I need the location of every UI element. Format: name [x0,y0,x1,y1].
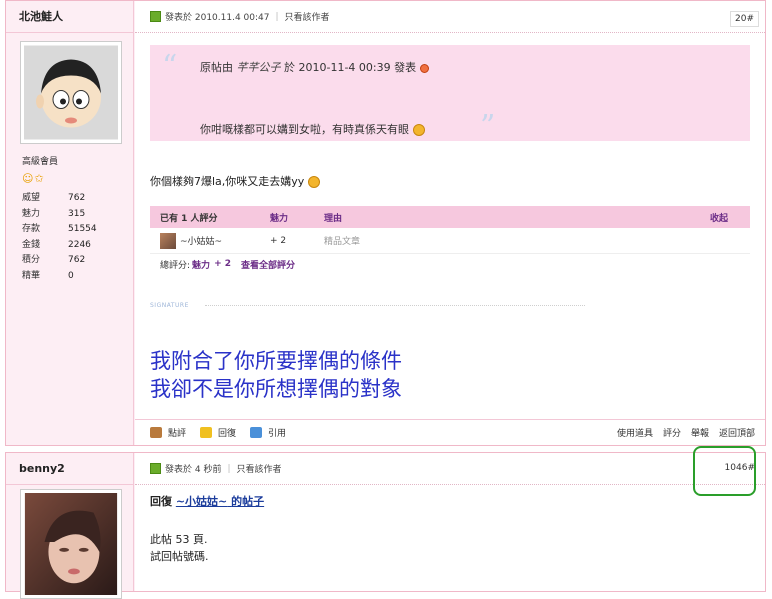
back-arrow-icon[interactable] [419,63,429,73]
quote-meta: 原帖由 芊芊公子 於 2010-11-4 00:39 發表 [200,59,429,75]
quote-open-icon: “ [162,49,178,84]
rating-header: 已有 1 人評分 魅力 理由 收起 [150,206,750,228]
photo-avatar-icon [24,493,118,595]
cartoon-avatar-icon [24,45,118,140]
use-item-link[interactable]: 使用道具 [617,426,653,439]
quote-block: “ 原帖由 芊芊公子 於 2010-11-4 00:39 發表 你咁嘅樣都可以媾… [150,45,750,144]
avatar[interactable] [20,41,122,144]
post-2: benny2 發表於 4 秒前 | 只看該作者 1046# 回復 ~小姑姑~ 的… [5,452,766,599]
post-header: 發表於 4 秒前 | 只看該作者 [135,453,765,485]
highlight-annotation [693,446,756,496]
quote-button[interactable]: 引用 [250,426,286,439]
divider: | [227,463,231,474]
smiley-icon [307,176,320,188]
signature-divider [205,305,585,306]
post-icon [150,463,161,474]
post-1: 北池鮭人 高級會員 ☺✩ 威望 762 魅力 315 存款 51554 金錢 2246 … [5,0,766,446]
smiley-icon [412,124,425,136]
back-to-top-link[interactable]: 返回頂部 [719,426,755,439]
rank-stars-icon: ☺✩ [22,172,45,185]
post-icon [150,11,161,22]
rating-summary: 總評分: 魅力 + 2 查看全部評分 [160,258,296,271]
author-only-link[interactable]: 只看該作者 [237,462,282,475]
rating-row: ~小姑姑~ + 2 精品文章 [150,228,750,254]
signature: 我附合了你所要擇偶的條件 我卻不是你所想擇偶的對象 [150,349,402,401]
rate-link[interactable]: 評分 [663,426,681,439]
post-message: 你個樣夠7爆la,你咪又走去媾yy [150,173,320,189]
quote-icon [250,427,263,438]
reply-title: 回復 ~小姑姑~ 的帖子 [150,495,265,508]
stat-row: 精華 0 [22,270,74,281]
divider: | [275,11,279,22]
author-name[interactable]: benny2 [6,453,133,485]
post-actions: 點評 回復 引用 使用道具 評分 舉報 返回頂部 [135,419,765,445]
rater-avatar[interactable] [160,232,176,249]
speech-bubble-icon [200,427,213,438]
post-header: 發表於 2010.11.4 00:47 | 只看該作者 [135,1,765,33]
signature-label: SIGNATURE [150,302,189,309]
quote-author: 芊芊公子 [236,61,281,74]
view-all-ratings-link[interactable]: 查看全部評分 [241,258,295,271]
rater-name[interactable]: ~小姑姑~ [180,234,222,247]
reply-link[interactable]: ~小姑姑~ 的帖子 [176,495,264,508]
report-link[interactable]: 舉報 [691,426,709,439]
post-content: 發表於 2010.11.4 00:47 | 只看該作者 20# “ 原帖由 芊芊… [135,1,765,445]
stat-row: 金錢 2246 [22,239,91,250]
author-sidebar: benny2 [6,453,134,599]
post-content: 發表於 4 秒前 | 只看該作者 1046# 回復 ~小姑姑~ 的帖子 此帖 5… [135,453,765,591]
user-rank: 高級會員 [22,157,59,167]
reply-button[interactable]: 回復 [200,426,236,439]
stat-row: 魅力 315 [22,208,86,219]
avatar[interactable] [20,489,122,599]
comment-button[interactable]: 點評 [150,426,186,439]
stat-row: 積分 762 [22,255,86,265]
author-sidebar: 北池鮭人 高級會員 ☺✩ 威望 762 魅力 315 存款 51554 金錢 2246 … [6,1,134,445]
rating-panel: 已有 1 人評分 魅力 理由 收起 ~小姑姑~ + 2 精品文章 總評分: 魅力… [150,206,750,274]
post-time: 發表於 4 秒前 [165,465,222,475]
stat-row: 存款 51554 [22,224,97,234]
post-time: 發表於 2010.11.4 00:47 [165,13,270,23]
reply-body: 此帖 53 頁. 試回帖號碼. [150,533,209,563]
floor-number[interactable]: 20# [730,11,759,27]
quote-text: 你咁嘅樣都可以媾到女啦，有時真係天有眼 [200,121,425,137]
author-only-link[interactable]: 只看該作者 [285,10,330,23]
stat-row: 威望 762 [22,193,86,203]
user-stats: 威望 762 魅力 315 存款 51554 金錢 2246 積分 762 精華 0 [22,191,97,284]
post-tools: 使用道具 評分 舉報 返回頂部 [617,426,755,439]
rating-collapse-button[interactable]: 收起 [710,211,750,224]
quote-close-icon: ” [480,109,496,144]
teacup-icon [150,427,162,438]
author-name[interactable]: 北池鮭人 [6,1,133,33]
